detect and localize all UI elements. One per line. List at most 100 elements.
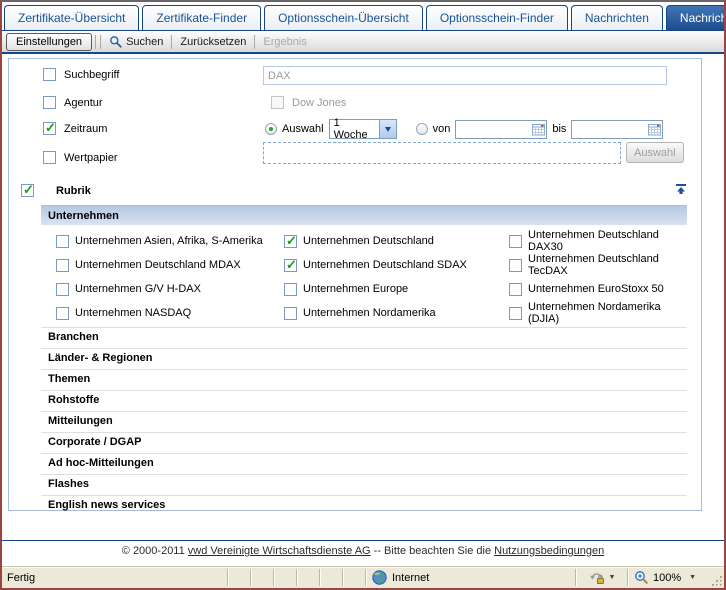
collapse-section-button[interactable] (675, 183, 687, 198)
tab-optionsschein-finder[interactable]: Optionsschein-Finder (426, 5, 568, 31)
zone-label: Internet (392, 572, 429, 584)
rubrik-item-label: Unternehmen G/V H-DAX (75, 283, 201, 295)
section-row-lander-regionen[interactable]: Länder- & Regionen (41, 348, 687, 369)
unternehmen-category-header[interactable]: Unternehmen (41, 205, 687, 225)
bis-label: bis (552, 123, 566, 135)
einstellungen-button[interactable]: Einstellungen (6, 33, 92, 51)
rubrik-row: Rubrik (21, 184, 91, 197)
statusbar-pane (252, 567, 273, 588)
zoom-magnifier-icon (634, 570, 649, 585)
calendar-icon[interactable] (532, 123, 545, 139)
wertpapier-auswahl-button: Auswahl (626, 142, 684, 163)
search-form-panel: Suchbegriff Agentur Dow Jones Zeitraum A… (8, 58, 702, 511)
suchbegriff-checkbox[interactable] (43, 68, 56, 81)
rubrik-item-label: Unternehmen Deutschland TecDAX (528, 253, 687, 277)
checkbox-icon[interactable] (509, 307, 522, 320)
checkbox-icon[interactable] (284, 259, 297, 272)
toolbar-separator (95, 35, 96, 49)
rubrik-sections: BranchenLänder- & RegionenThemenRohstoff… (41, 327, 687, 516)
copyright-text: © 2000-2011 (122, 545, 188, 557)
nutzungsbedingungen-link[interactable]: Nutzungsbedingungen (494, 545, 604, 557)
dow-jones-label: Dow Jones (292, 97, 346, 109)
suchbegriff-input[interactable] (263, 66, 667, 85)
checkbox-icon[interactable] (56, 307, 69, 320)
tab-zertifikate-ubersicht[interactable]: Zertifikate-Übersicht (4, 5, 139, 31)
tab-optionsschein-ubersicht[interactable]: Optionsschein-Übersicht (264, 5, 423, 31)
rubrik-item-unternehmen-deutschland-mdax[interactable]: Unternehmen Deutschland MDAX (56, 259, 284, 272)
bis-date-input[interactable] (571, 120, 663, 139)
rubrik-item-label: Unternehmen NASDAQ (75, 307, 191, 319)
rubrik-item-label: Unternehmen Deutschland MDAX (75, 259, 241, 271)
agentur-label: Agentur (64, 97, 103, 109)
zeitraum-select[interactable]: 1 Woche (329, 119, 397, 139)
footer-middle-text: -- Bitte beachten Sie die (371, 545, 495, 557)
von-label: von (433, 123, 451, 135)
checkbox-icon[interactable] (56, 235, 69, 248)
tab-nachrichten[interactable]: Nachrichten (571, 5, 663, 31)
section-row-corporate-dgap[interactable]: Corporate / DGAP (41, 432, 687, 453)
ergebnis-button: Ergebnis (258, 36, 311, 48)
vwd-link[interactable]: vwd Vereinigte Wirtschaftsdienste AG (188, 545, 371, 557)
tab-zertifikate-finder[interactable]: Zertifikate-Finder (142, 5, 261, 31)
zeitraum-controls: Auswahl 1 Woche von (265, 119, 663, 139)
rubrik-item-unternehmen-deutschland[interactable]: Unternehmen Deutschland (284, 235, 509, 248)
rubrik-item-unternehmen-deutschland-sdax[interactable]: Unternehmen Deutschland SDAX (284, 259, 509, 272)
search-icon (109, 35, 122, 48)
rubrik-item-unternehmen-deutschland-dax30[interactable]: Unternehmen Deutschland DAX30 (509, 229, 687, 253)
checkbox-icon[interactable] (509, 259, 522, 272)
section-row-themen[interactable]: Themen (41, 369, 687, 390)
protected-mode-button[interactable]: ▼ (577, 567, 627, 588)
section-row-branchen[interactable]: Branchen (41, 327, 687, 348)
von-date-input[interactable] (455, 120, 547, 139)
chevron-down-icon (385, 127, 391, 132)
checkbox-icon[interactable] (509, 235, 522, 248)
statusbar-pane (321, 567, 342, 588)
wertpapier-input[interactable] (263, 142, 621, 164)
suchen-label: Suchen (126, 36, 163, 48)
wertpapier-checkbox[interactable] (43, 151, 56, 164)
rubrik-checkbox[interactable] (21, 184, 34, 197)
checkbox-icon[interactable] (56, 283, 69, 296)
rubrik-item-unternehmen-eurostoxx-50[interactable]: Unternehmen EuroStoxx 50 (509, 283, 687, 296)
rubrik-item-unternehmen-nordamerika[interactable]: Unternehmen Nordamerika (284, 307, 509, 320)
chevron-down-icon: ▼ (609, 574, 616, 581)
checkbox-icon[interactable] (284, 307, 297, 320)
rubrik-item-unternehmen-deutschland-tecdax[interactable]: Unternehmen Deutschland TecDAX (509, 253, 687, 277)
statusbar-pane (298, 567, 319, 588)
zeitraum-row: Zeitraum (43, 122, 107, 135)
dow-jones-option: Dow Jones (271, 96, 346, 109)
resize-grip[interactable] (708, 567, 724, 588)
zeitraum-checkbox[interactable] (43, 122, 56, 135)
section-row-flashes[interactable]: Flashes (41, 474, 687, 495)
rubrik-item-unternehmen-g-v-h-dax[interactable]: Unternehmen G/V H-DAX (56, 283, 284, 296)
section-row-rohstoffe[interactable]: Rohstoffe (41, 390, 687, 411)
checkbox-icon[interactable] (56, 259, 69, 272)
rubrik-item-unternehmen-nasdaq[interactable]: Unternehmen NASDAQ (56, 307, 284, 320)
section-row-ad-hoc-mitteilungen[interactable]: Ad hoc-Mitteilungen (41, 453, 687, 474)
section-row-english-news-services[interactable]: English news services (41, 495, 687, 516)
rubrik-item-unternehmen-europe[interactable]: Unternehmen Europe (284, 283, 509, 296)
rubrik-grid: Unternehmen Asien, Afrika, S-Amerika Unte… (56, 229, 687, 325)
suchbegriff-label: Suchbegriff (64, 69, 119, 81)
suchen-button[interactable]: Suchen (104, 35, 168, 48)
toolbar-separator (100, 35, 101, 49)
calendar-icon[interactable] (648, 123, 661, 139)
von-radio[interactable] (416, 123, 428, 135)
rubrik-item-label: Unternehmen Deutschland SDAX (303, 259, 467, 271)
checkbox-icon[interactable] (284, 283, 297, 296)
checkbox-icon[interactable] (284, 235, 297, 248)
agentur-checkbox[interactable] (43, 96, 56, 109)
rubrik-item-unternehmen-nordamerika-djia[interactable]: Unternehmen Nordamerika (DJIA) (509, 301, 687, 325)
rubrik-item-label: Unternehmen Deutschland (303, 235, 434, 247)
section-row-mitteilungen[interactable]: Mitteilungen (41, 411, 687, 432)
resize-grip-icon (711, 575, 723, 587)
checkbox-icon[interactable] (509, 283, 522, 296)
rubrik-item-label: Unternehmen Deutschland DAX30 (528, 229, 687, 253)
rubrik-item-unternehmen-asien-afrika-s-amerika[interactable]: Unternehmen Asien, Afrika, S-Amerika (56, 235, 284, 248)
zoom-control[interactable]: 100% ▼ (629, 567, 708, 588)
select-dropdown-button[interactable] (379, 120, 396, 138)
tab-nachrichtensuche[interactable]: Nachrichtensuche (666, 5, 726, 31)
zuruecksetzen-button[interactable]: Zurücksetzen (175, 36, 251, 48)
auswahl-radio[interactable] (265, 123, 277, 135)
suchbegriff-row: Suchbegriff (43, 68, 119, 81)
